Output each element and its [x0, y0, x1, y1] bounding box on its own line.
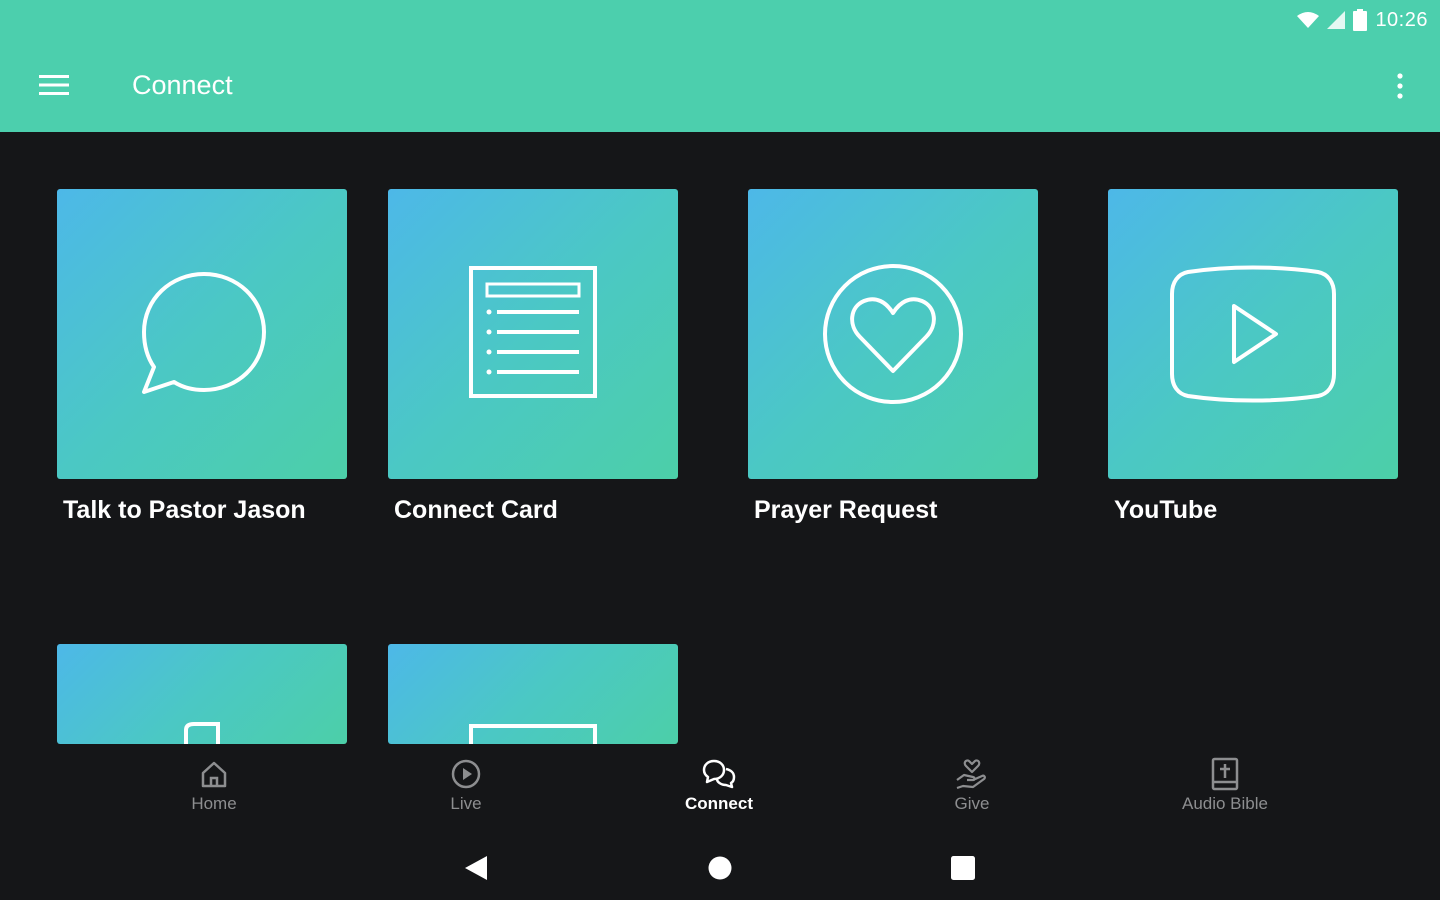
back-triangle-icon	[465, 856, 487, 880]
app-bar: 10:26 Connect	[0, 0, 1440, 132]
battery-icon	[1353, 9, 1368, 31]
tile-talk-to-pastor[interactable]: Talk to Pastor Jason	[57, 189, 347, 525]
partial-tile-icon	[469, 724, 597, 744]
play-video-icon	[1170, 265, 1336, 403]
home-system-button[interactable]	[702, 850, 738, 886]
more-vertical-icon	[1397, 73, 1403, 99]
tile-thumbnail	[388, 644, 678, 744]
tile-prayer-request[interactable]: Prayer Request	[748, 189, 1038, 525]
tile-connect-card[interactable]: Connect Card	[388, 189, 678, 525]
back-button[interactable]	[458, 850, 494, 886]
system-navigation-bar	[0, 832, 1440, 900]
recents-button[interactable]	[945, 850, 981, 886]
overflow-menu-button[interactable]	[1388, 66, 1412, 106]
tile-thumbnail	[388, 189, 678, 479]
home-circle-icon	[708, 856, 732, 880]
tile-thumbnail	[748, 189, 1038, 479]
nav-label: Connect	[685, 794, 753, 813]
connect-grid: Talk to Pastor Jason Connect Card Prayer…	[0, 132, 1440, 744]
tile-thumbnail	[1108, 189, 1398, 479]
bible-icon	[1211, 757, 1239, 791]
tile-label: Prayer Request	[754, 496, 938, 524]
bottom-navigation: Home Live Connect Give Audio Bible	[0, 744, 1440, 832]
nav-home[interactable]: Home	[134, 756, 294, 814]
nav-label: Home	[191, 794, 237, 813]
nav-label: Give	[954, 794, 990, 813]
nav-label: Live	[450, 794, 482, 813]
menu-button[interactable]	[34, 68, 74, 102]
cell-signal-icon	[1327, 11, 1346, 29]
tile-thumbnail	[57, 189, 347, 479]
play-circle-icon	[451, 759, 481, 789]
tile-label: Connect Card	[394, 496, 558, 524]
partial-tile-icon	[184, 722, 220, 744]
wifi-icon	[1297, 11, 1320, 29]
tile-label: Talk to Pastor Jason	[63, 496, 306, 524]
page-title: Connect	[132, 70, 233, 100]
home-icon	[201, 761, 227, 788]
chat-bubbles-icon	[702, 759, 736, 789]
tile-partial[interactable]	[388, 644, 678, 744]
nav-label: Audio Bible	[1181, 794, 1268, 813]
status-time: 10:26	[1375, 8, 1428, 31]
nav-give[interactable]: Give	[892, 756, 1052, 814]
nav-audio-bible[interactable]: Audio Bible	[1145, 756, 1305, 814]
tile-label: YouTube	[1114, 496, 1218, 524]
chat-bubble-icon	[142, 272, 266, 394]
heart-circle-icon	[823, 264, 963, 404]
recents-square-icon	[951, 856, 975, 880]
giving-hand-icon	[956, 759, 986, 790]
tile-partial[interactable]	[57, 644, 347, 744]
document-list-icon	[469, 266, 597, 398]
status-bar: 10:26	[1297, 6, 1428, 34]
tile-thumbnail	[57, 644, 347, 744]
hamburger-icon	[39, 75, 69, 95]
nav-connect[interactable]: Connect	[639, 756, 799, 814]
tile-youtube[interactable]: YouTube	[1108, 189, 1398, 525]
nav-live[interactable]: Live	[386, 756, 546, 814]
